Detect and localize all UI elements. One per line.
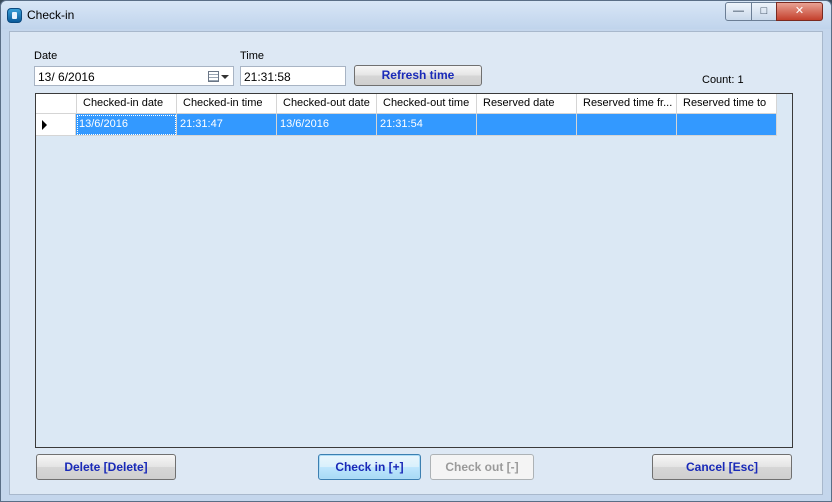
row-header[interactable] — [36, 114, 76, 136]
date-label: Date — [34, 50, 58, 62]
table-cell[interactable]: 21:31:54 — [377, 114, 477, 136]
table-cell[interactable]: 21:31:47 — [177, 114, 277, 136]
table-cell[interactable] — [677, 114, 777, 136]
date-picker[interactable]: 13/ 6/2016 — [34, 66, 234, 86]
date-value: 13/ 6/2016 — [38, 70, 95, 84]
column-header[interactable]: Reserved time to — [677, 94, 777, 114]
column-header[interactable]: Checked-out time — [377, 94, 477, 114]
table-cell[interactable]: 13/6/2016 — [76, 114, 177, 136]
maximize-button[interactable]: □ — [751, 2, 777, 21]
column-header[interactable]: Reserved time fr... — [577, 94, 677, 114]
table-cell[interactable]: 13/6/2016 — [277, 114, 377, 136]
time-input[interactable]: 21:31:58 — [240, 66, 346, 86]
table-cell[interactable] — [577, 114, 677, 136]
time-label: Time — [240, 50, 265, 62]
window-title: Check-in — [27, 8, 75, 22]
column-header[interactable]: Checked-in date — [77, 94, 177, 114]
column-header[interactable]: Checked-out date — [277, 94, 377, 114]
close-button[interactable]: ✕ — [776, 2, 823, 21]
title-bar[interactable]: Check-in — □ ✕ — [1, 1, 831, 29]
grid-corner-header[interactable] — [36, 94, 77, 114]
column-header[interactable]: Checked-in time — [177, 94, 277, 114]
check-in-button[interactable]: Check in [+] — [318, 454, 421, 480]
time-value: 21:31:58 — [244, 70, 291, 84]
table-cell[interactable] — [477, 114, 577, 136]
chevron-down-icon[interactable] — [221, 75, 229, 79]
checkin-grid[interactable]: Checked-in date Checked-in time Checked-… — [35, 93, 793, 448]
cancel-button[interactable]: Cancel [Esc] — [652, 454, 792, 480]
record-count: Count: 1 — [702, 74, 744, 86]
minimize-button[interactable]: — — [725, 2, 752, 21]
column-header[interactable]: Reserved date — [477, 94, 577, 114]
dialog-body: Date 13/ 6/2016 Time 21:31:58 Refresh ti… — [9, 31, 823, 495]
check-out-button[interactable]: Check out [-] — [430, 454, 534, 480]
app-icon — [7, 8, 22, 23]
calendar-icon[interactable] — [208, 71, 219, 82]
refresh-time-button[interactable]: Refresh time — [354, 65, 482, 86]
check-in-window: Check-in — □ ✕ Date 13/ 6/2016 Time 21:3… — [0, 0, 832, 502]
current-row-arrow-icon — [42, 120, 47, 130]
delete-button[interactable]: Delete [Delete] — [36, 454, 176, 480]
grid-header: Checked-in date Checked-in time Checked-… — [36, 94, 777, 114]
